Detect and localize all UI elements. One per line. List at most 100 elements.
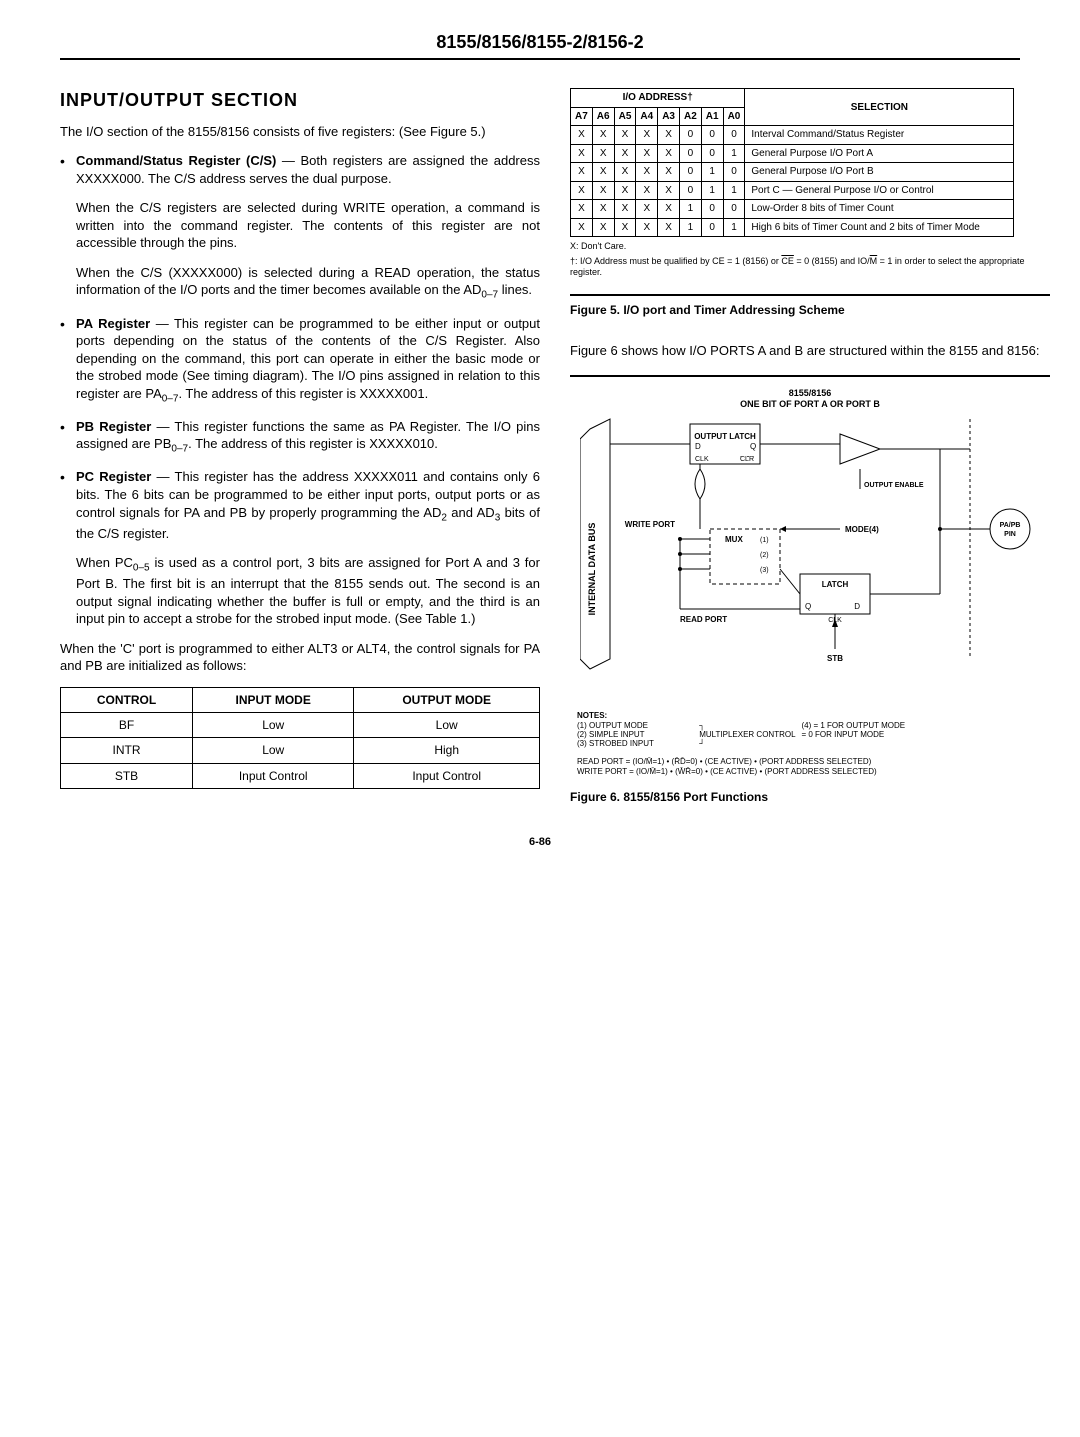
addr-col: A1 <box>701 107 723 126</box>
ac: 0 <box>679 144 701 163</box>
ac: X <box>571 163 593 182</box>
pa-title: PA Register <box>76 316 150 331</box>
cs-register-bullet: Command/Status Register (C/S) — Both reg… <box>60 152 540 302</box>
ac: 1 <box>701 163 723 182</box>
addr-col: A7 <box>571 107 593 126</box>
ac: 0 <box>723 163 745 182</box>
ac: 0 <box>701 126 723 145</box>
table-row: XXXXX011Port C — General Purpose I/O or … <box>571 181 1014 200</box>
footnote-dagger: †: I/O Address must be qualified by CE =… <box>570 256 1050 278</box>
ac: 0 <box>679 126 701 145</box>
cs-title: Command/Status Register (C/S) <box>76 153 276 168</box>
addr-col: A5 <box>614 107 636 126</box>
table-row: XXXXX100Low-Order 8 bits of Timer Count <box>571 200 1014 219</box>
sub-pb: 0–7 <box>171 444 188 455</box>
ac: 0 <box>679 163 701 182</box>
page-title: 8155/8156/8155-2/8156-2 <box>60 30 1020 60</box>
note4b: = 0 FOR INPUT MODE <box>801 730 884 739</box>
divider <box>570 294 1050 296</box>
page-footer: 6-86 <box>60 835 1020 850</box>
note3: (3) STROBED INPUT <box>577 739 697 748</box>
ac: 1 <box>701 181 723 200</box>
latch-label: LATCH <box>822 580 849 589</box>
sel: Port C — General Purpose I/O or Control <box>745 181 1014 200</box>
ac: 0 <box>723 126 745 145</box>
ac: 0 <box>701 200 723 219</box>
pb-title: PB Register <box>76 419 151 434</box>
table-row: XXXXX010General Purpose I/O Port B <box>571 163 1014 182</box>
ctrl-c: Input Control <box>354 763 540 788</box>
ctrl-c: Low <box>193 738 354 763</box>
ac: X <box>636 218 658 237</box>
footnote-x: X: Don't Care. <box>570 241 1050 252</box>
svg-text:(2): (2) <box>760 552 769 559</box>
ac: X <box>658 163 680 182</box>
address-table: I/O ADDRESS† SELECTION A7 A6 A5 A4 A3 A2… <box>570 88 1014 237</box>
notes-h: NOTES: <box>577 711 607 720</box>
ac: X <box>592 163 614 182</box>
section-heading: INPUT/OUTPUT SECTION <box>60 88 540 112</box>
ac: X <box>636 200 658 219</box>
ctrl-h0: CONTROL <box>61 688 193 713</box>
ac: 1 <box>679 218 701 237</box>
write-port-label: WRITE PORT <box>625 520 675 529</box>
sel: General Purpose I/O Port A <box>745 144 1014 163</box>
ac: X <box>592 144 614 163</box>
ac: 0 <box>679 181 701 200</box>
ac: X <box>614 218 636 237</box>
out-latch-label: OUTPUT LATCH <box>694 432 756 441</box>
bus-label: INTERNAL DATA BUS <box>587 523 597 616</box>
port-diagram: 8155/8156 ONE BIT OF PORT A OR PORT B IN… <box>570 383 1050 778</box>
sel: General Purpose I/O Port B <box>745 163 1014 182</box>
pa-register-bullet: PA Register — This register can be progr… <box>60 315 540 406</box>
write-eq: WRITE PORT = (IO/M̄=1) • (W̄R̄=0) • (CE … <box>577 767 877 776</box>
table-row: INTR Low High <box>61 738 540 763</box>
cs-p2: When the C/S registers are selected duri… <box>76 199 540 252</box>
ac: 1 <box>723 218 745 237</box>
clk-label: CLK <box>695 456 709 463</box>
addr-col: A4 <box>636 107 658 126</box>
ac: X <box>571 181 593 200</box>
table-row: BF Low Low <box>61 713 540 738</box>
pc-register-bullet: PC Register — This register has the addr… <box>60 468 540 627</box>
table-row: XXXXX001General Purpose I/O Port A <box>571 144 1014 163</box>
ac: X <box>592 181 614 200</box>
pa-p1b: . The address of this register is XXXXX0… <box>178 386 428 401</box>
addr-col: A3 <box>658 107 680 126</box>
ac: X <box>658 126 680 145</box>
diagram-chip: 8155/8156 <box>571 388 1049 398</box>
ac: X <box>614 200 636 219</box>
addr-col: A6 <box>592 107 614 126</box>
ac: 1 <box>723 181 745 200</box>
ctrl-c: Low <box>193 713 354 738</box>
ac: X <box>636 163 658 182</box>
ac: X <box>614 126 636 145</box>
stb-label: STB <box>827 654 843 663</box>
pc-p1b: and AD <box>447 505 495 520</box>
sub-pa: 0–7 <box>162 393 179 404</box>
ac: X <box>636 144 658 163</box>
note4a: (4) = 1 FOR OUTPUT MODE <box>801 721 905 730</box>
ctrl-h1: INPUT MODE <box>193 688 354 713</box>
pc-p2a: When PC <box>76 555 133 570</box>
fn-b: = 0 (8155) and IO/ <box>794 256 870 266</box>
addr-sel-h: SELECTION <box>745 89 1014 126</box>
ctrl-c: INTR <box>61 738 193 763</box>
ac: X <box>592 200 614 219</box>
ctrl-h2: OUTPUT MODE <box>354 688 540 713</box>
sel: Interval Command/Status Register <box>745 126 1014 145</box>
ctrl-c: BF <box>61 713 193 738</box>
table-row: XXXXX000Interval Command/Status Register <box>571 126 1014 145</box>
sub-pc05: 0–5 <box>133 563 150 574</box>
q-label: Q <box>750 442 756 451</box>
ac: 1 <box>679 200 701 219</box>
svg-text:(3): (3) <box>760 567 769 574</box>
svg-text:PIN: PIN <box>1004 531 1016 538</box>
ctrl-c: Low <box>354 713 540 738</box>
ac: X <box>571 126 593 145</box>
ac: 1 <box>723 144 745 163</box>
svg-text:(1): (1) <box>760 537 769 544</box>
addr-col: A0 <box>723 107 745 126</box>
d-label: D <box>695 442 701 451</box>
ac: X <box>614 163 636 182</box>
